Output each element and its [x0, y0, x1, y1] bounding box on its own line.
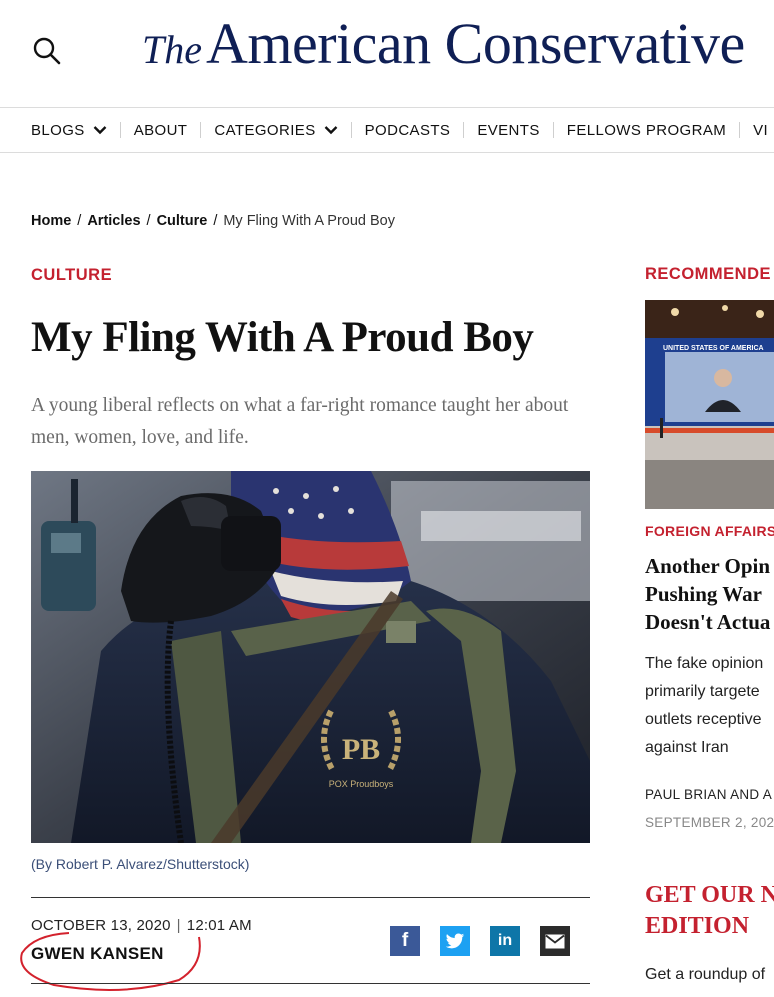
recommended-category[interactable]: FOREIGN AFFAIRS [645, 523, 774, 539]
nav-item-label: EVENTS [477, 121, 540, 139]
linkedin-icon: in [497, 932, 513, 949]
nav-divider [463, 122, 465, 138]
breadcrumb-separator: / [146, 213, 151, 229]
newsletter-promo-line: GET OUR N [645, 882, 774, 908]
breadcrumb-current: My Fling With A Proud Boy [223, 213, 395, 229]
twitter-icon [445, 933, 465, 948]
nav-item-label: FELLOWS PROGRAM [566, 121, 727, 139]
shirt-logo-text: PB [342, 733, 380, 766]
newsletter-promo-line: EDITION [645, 913, 750, 939]
image-caption: (By Robert P. Alvarez/Shutterstock) [31, 856, 250, 872]
breadcrumb-separator: / [77, 213, 82, 229]
nav-item-label: BLOGS [31, 121, 85, 139]
logo-name: American Conservative [206, 11, 745, 76]
recommended-date: SEPTEMBER 2, 202 [645, 815, 774, 830]
recommended-author[interactable]: PAUL BRIAN AND A [645, 787, 772, 802]
newsletter-promo-title: GET OUR N EDITION [645, 880, 774, 942]
nav-divider [552, 122, 554, 138]
recommended-title-line: Doesn't Actua [645, 610, 771, 634]
share-linkedin-button[interactable]: in [490, 926, 520, 956]
recommended-excerpt-line: The fake opinion [645, 655, 764, 672]
nav-item-about[interactable]: ABOUT [134, 122, 188, 139]
recommended-title-line: Pushing War [645, 582, 762, 606]
site-header: The American Conservative [0, 0, 774, 108]
article-category[interactable]: CULTURE [31, 266, 112, 285]
newsletter-promo-text: Get a roundup of [645, 966, 766, 983]
meta-divider-bottom [31, 983, 590, 984]
recommended-excerpt-line: against Iran [645, 739, 729, 756]
nav-item-label: PODCASTS [364, 121, 451, 139]
recommended-title[interactable]: Another Opin Pushing War Doesn't Actua [645, 552, 774, 636]
nav-item-events[interactable]: EVENTS [477, 122, 539, 139]
chevron-down-icon [93, 126, 107, 135]
main-nav: BLOGS ABOUT CATEGORIES PODCASTS EVENTS F… [0, 108, 774, 153]
share-facebook-button[interactable]: f [390, 926, 420, 956]
search-icon [33, 37, 61, 65]
nav-item-podcasts[interactable]: PODCASTS [365, 122, 451, 139]
article-date: OCTOBER 13, 2020 | 12:01 AM [31, 917, 252, 934]
recommended-excerpt-line: outlets receptive [645, 711, 762, 728]
nav-item-categories[interactable]: CATEGORIES [214, 122, 337, 139]
nav-item-label: ABOUT [133, 121, 188, 139]
nav-divider [200, 122, 202, 138]
chevron-down-icon [324, 126, 337, 135]
breadcrumb: Home / Articles / Culture / My Fling With A Pr… [31, 213, 395, 229]
nav-divider [350, 122, 352, 138]
shirt-logo-subtext: POX Proudboys [329, 779, 394, 789]
nav-divider [739, 122, 741, 138]
breadcrumb-articles[interactable]: Articles [87, 213, 140, 229]
breadcrumb-separator: / [213, 213, 218, 229]
nav-item-label: CATEGORIES [214, 121, 316, 139]
email-icon [545, 934, 565, 948]
article-author[interactable]: GWEN KANSEN [31, 944, 164, 964]
publish-date: OCTOBER 13, 2020 [31, 917, 171, 934]
search-button[interactable] [30, 34, 64, 68]
recommended-image[interactable]: UNITED STATES OF AMERICA [645, 300, 774, 509]
nav-item-blogs[interactable]: BLOGS [31, 122, 107, 139]
breadcrumb-home[interactable]: Home [31, 213, 71, 229]
logo-the: The [142, 27, 202, 72]
share-email-button[interactable] [540, 926, 570, 956]
image-banner-text: UNITED STATES OF AMERICA [663, 345, 764, 352]
recommended-title-line: Another Opin [645, 554, 771, 578]
nav-divider [119, 122, 121, 138]
publish-time: 12:01 AM [186, 917, 252, 934]
recommended-excerpt-line: primarily targete [645, 683, 760, 700]
recommended-excerpt: The fake opinion primarily targete outle… [645, 650, 763, 762]
site-logo[interactable]: The American Conservative [142, 10, 745, 77]
nav-item-fellows-program[interactable]: FELLOWS PROGRAM [567, 122, 726, 139]
share-twitter-button[interactable] [440, 926, 470, 956]
recommended-heading: RECOMMENDE [645, 265, 772, 283]
article-title: My Fling With A Proud Boy [31, 314, 534, 361]
breadcrumb-culture[interactable]: Culture [157, 213, 208, 229]
facebook-icon: f [401, 930, 409, 951]
nav-item-label: VI [753, 121, 769, 139]
date-separator: | [176, 917, 181, 934]
article-dek: A young liberal reflects on what a far-r… [31, 395, 569, 448]
meta-divider-top [31, 897, 590, 898]
nav-item-truncated[interactable]: VI [753, 122, 768, 139]
article-hero-image: PB POX Proudboys [31, 471, 590, 843]
